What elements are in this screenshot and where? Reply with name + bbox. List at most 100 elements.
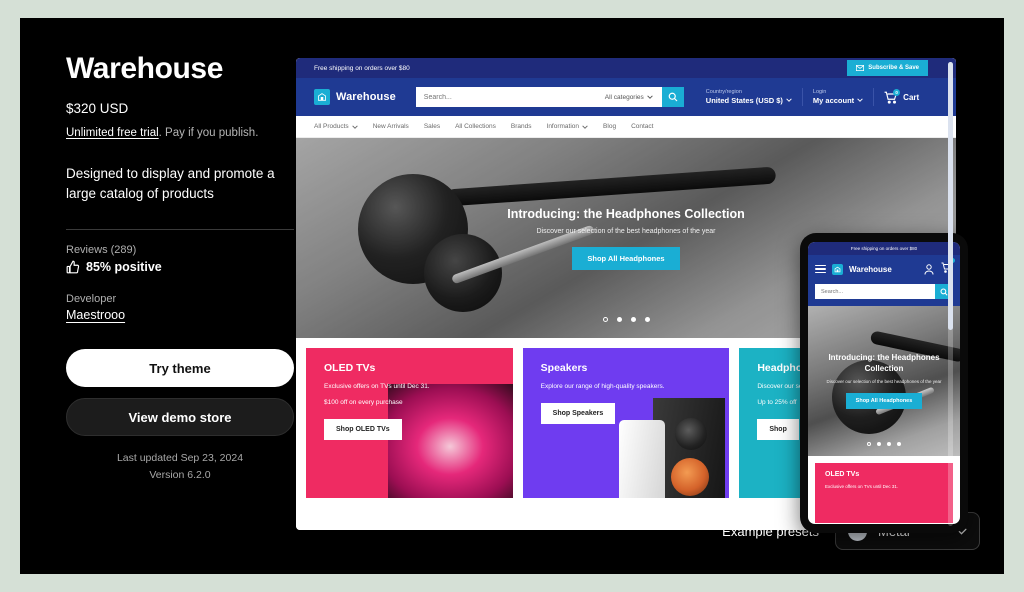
card-line-1: Exclusive offers on TVs until Dec 31. [324, 383, 430, 390]
card-title: OLED TVs [324, 362, 376, 374]
promo-card-oled-tvs[interactable]: OLED TVs Exclusive offers on TVs until D… [306, 348, 513, 498]
theme-meta: Last updated Sep 23, 2024 Version 6.2.0 [66, 450, 294, 484]
carousel-dot-4[interactable] [644, 317, 650, 322]
mobile-hero-cta-button[interactable]: Shop All Headphones [845, 392, 923, 409]
theme-detail-panel: Warehouse $320 USD Unlimited free trial.… [20, 18, 1004, 574]
chevron-down-icon [647, 95, 653, 99]
nav-item-contact[interactable]: Contact [631, 123, 653, 130]
card-cta-button[interactable]: Shop OLED TVs [324, 419, 402, 440]
theme-info-column: Warehouse $320 USD Unlimited free trial.… [66, 52, 294, 484]
card-line-1: Explore our range of high-quality speake… [540, 383, 665, 390]
category-selector-label: All categories [604, 93, 644, 101]
store-brand-name: Warehouse [336, 91, 396, 103]
mobile-screen: Free shipping on orders over $80 Warehou… [808, 242, 960, 524]
free-trial-link[interactable]: Unlimited free trial [66, 127, 159, 139]
mobile-search-bar[interactable] [815, 284, 953, 299]
preview-scrollbar-thumb[interactable] [948, 62, 953, 330]
account-value: My account [812, 95, 855, 105]
country-region-label: Country/region [705, 88, 742, 95]
chevron-down-icon [351, 124, 358, 129]
mobile-hero-content: Introducing: the Headphones Collection D… [808, 306, 960, 456]
card-line-2: $100 off on every purchase [324, 399, 403, 406]
promo-card-speakers[interactable]: Speakers Explore our range of high-quali… [522, 348, 730, 498]
account-selector[interactable]: Login My account [813, 89, 863, 105]
carousel-dot-2[interactable] [616, 317, 622, 322]
card-title: Speakers [540, 362, 588, 374]
search-submit-button[interactable] [661, 87, 684, 107]
reviews-label: Reviews (289) [66, 244, 137, 257]
mobile-brand-name: Warehouse [849, 264, 892, 274]
hero-subtitle: Discover our selection of the best headp… [536, 227, 716, 235]
mobile-header: Warehouse [808, 255, 960, 306]
cart-label: Cart [903, 92, 920, 102]
store-nav: All Products New Arrivals Sales All Coll… [296, 116, 956, 138]
mobile-announcement-bar: Free shipping on orders over $80 [808, 242, 960, 255]
thumbs-up-icon [66, 260, 80, 274]
try-theme-button[interactable]: Try theme [66, 349, 294, 388]
cart-button[interactable]: 0 Cart [884, 88, 920, 104]
hero-title: Introducing: the Headphones Collection [507, 206, 745, 221]
nav-item-brands[interactable]: Brands [511, 123, 532, 130]
card-cta-button[interactable]: Shop Speakers [540, 403, 616, 424]
reviews-percent: 85% positive [86, 260, 162, 275]
preview-scrollbar-track[interactable] [948, 62, 953, 526]
chevron-down-icon [582, 124, 588, 129]
mobile-carousel-dot-2[interactable] [877, 442, 881, 446]
warehouse-logo-icon [314, 89, 330, 105]
shop-icon [834, 266, 841, 272]
theme-price: $320 USD [66, 101, 129, 116]
header-utilities: Country/region United States (USD $) Log… [706, 88, 919, 106]
nav-label: Information [546, 123, 580, 130]
carousel-dot-3[interactable] [630, 317, 636, 322]
mobile-card-title: OLED TVs [825, 471, 860, 478]
search-icon [668, 92, 678, 102]
chevron-down-icon [786, 98, 792, 103]
nav-item-blog[interactable]: Blog [603, 123, 616, 130]
nav-item-sales[interactable]: Sales [424, 123, 440, 130]
mobile-carousel-dots [808, 442, 960, 446]
mobile-preview-mockup[interactable]: Free shipping on orders over $80 Warehou… [800, 233, 968, 533]
country-region-selector[interactable]: Country/region United States (USD $) [706, 89, 792, 105]
mobile-carousel-dot-3[interactable] [887, 442, 891, 446]
theme-tagline: Designed to display and promote a large … [66, 166, 275, 201]
announcement-text: Free shipping on orders over $80 [314, 64, 410, 72]
mobile-carousel-dot-4[interactable] [897, 442, 901, 446]
store-search-bar[interactable]: All categories [415, 87, 684, 107]
header-divider [801, 88, 803, 106]
nav-item-information[interactable]: Information [547, 123, 589, 130]
store-logo[interactable]: Warehouse [314, 89, 396, 105]
cart-count-badge: 0 [893, 88, 901, 96]
developer-label: Developer [66, 293, 117, 306]
mobile-card-line: Exclusive offers on TVs until Dec 31. [825, 484, 899, 489]
hamburger-menu-icon[interactable] [815, 264, 826, 274]
page-title: Warehouse [66, 52, 223, 85]
mobile-promo-card-oled-tvs[interactable]: OLED TVs Exclusive offers on TVs until D… [815, 463, 953, 523]
nav-label: All Products [314, 123, 349, 130]
carousel-dot-1[interactable] [602, 317, 608, 322]
hero-cta-button[interactable]: Shop All Headphones [572, 246, 680, 270]
trial-suffix: . Pay if you publish. [158, 127, 259, 139]
developer-link[interactable]: Maestrooo [66, 308, 125, 322]
mobile-carousel-dot-1[interactable] [867, 442, 871, 446]
chevron-down-icon [857, 98, 863, 103]
account-icon[interactable] [924, 263, 934, 275]
nav-item-all-products[interactable]: All Products [314, 123, 358, 130]
reviews-score: 85% positive [66, 260, 294, 274]
nav-item-all-collections[interactable]: All Collections [455, 123, 496, 130]
mail-icon [856, 65, 865, 71]
nav-item-new-arrivals[interactable]: New Arrivals [373, 123, 409, 130]
search-input[interactable] [415, 87, 605, 107]
subscribe-save-button[interactable]: Subscribe & Save [847, 60, 928, 76]
mobile-hero-subtitle: Discover our selection of the best headp… [826, 378, 942, 384]
last-updated-text: Last updated Sep 23, 2024 [116, 452, 244, 465]
trial-info: Unlimited free trial. Pay if you publish… [66, 125, 294, 141]
announcement-bar: Free shipping on orders over $80 Subscri… [296, 58, 956, 78]
section-divider [66, 229, 294, 231]
warehouse-logo-icon [832, 263, 843, 275]
view-demo-store-button[interactable]: View demo store [66, 398, 294, 437]
mobile-search-input[interactable] [815, 284, 935, 299]
category-selector[interactable]: All categories [605, 94, 662, 101]
shop-icon [318, 93, 326, 101]
card-cta-button[interactable]: Shop [757, 419, 799, 440]
login-label: Login [812, 88, 827, 95]
